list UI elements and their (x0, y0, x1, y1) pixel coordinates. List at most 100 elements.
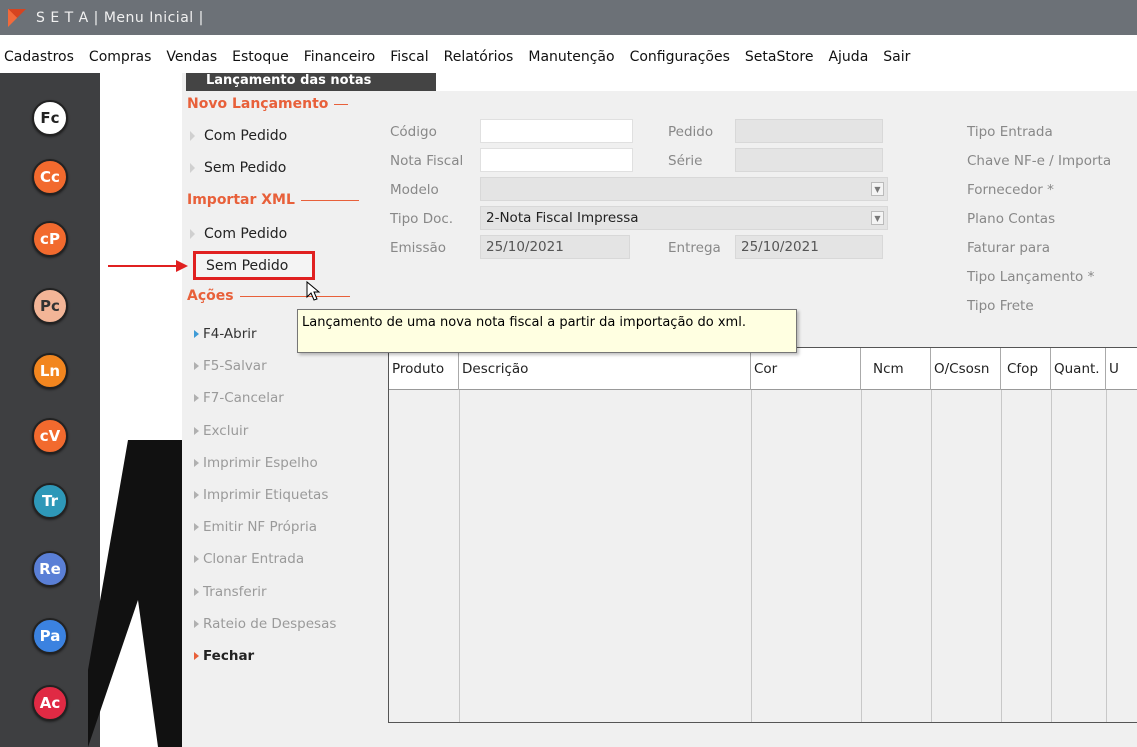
dock-button-pc[interactable]: Pc (32, 288, 68, 324)
action-transferir[interactable]: Transferir (194, 584, 267, 600)
entrega-label: Entrega (668, 240, 721, 256)
triangle-icon (194, 555, 199, 563)
menu-sair[interactable]: Sair (883, 49, 910, 65)
acoes-title: Ações (187, 288, 350, 304)
grid-divider (459, 390, 460, 722)
modelo-select[interactable]: ▼ (480, 177, 888, 201)
dock-button-ln[interactable]: Ln (32, 353, 68, 389)
chave-nfe-label: Chave NF-e / Importa (967, 153, 1112, 169)
dock-button-pa[interactable]: Pa (32, 618, 68, 654)
entrega-input[interactable]: 25/10/2021 (735, 235, 883, 259)
codigo-input[interactable] (480, 119, 633, 143)
action-fechar[interactable]: Fechar (194, 648, 254, 664)
tipo-lancamento-label: Tipo Lançamento * (967, 269, 1095, 285)
novo-lancamento-title: Novo Lançamento (187, 96, 349, 112)
tipo-frete-label: Tipo Frete (967, 298, 1034, 314)
dock-button-fc[interactable]: Fc (32, 100, 68, 136)
menu-estoque[interactable]: Estoque (232, 49, 289, 65)
title-bar: S E T A | Menu Inicial | (0, 0, 1137, 35)
grid-divider (931, 390, 932, 722)
dock-button-cp[interactable]: cP (32, 221, 68, 257)
action-excluir[interactable]: Excluir (194, 423, 248, 439)
action-imprimir-etiquetas[interactable]: Imprimir Etiquetas (194, 487, 328, 503)
menu-compras[interactable]: Compras (89, 49, 152, 65)
col-ncm[interactable]: Ncm (861, 348, 931, 390)
tipo-doc-label: Tipo Doc. (390, 211, 454, 227)
importar-com-pedido[interactable]: Com Pedido (190, 226, 287, 242)
menu-financeiro[interactable]: Financeiro (304, 49, 375, 65)
window-title: S E T A | Menu Inicial | (36, 9, 204, 26)
menu-ajuda[interactable]: Ajuda (828, 49, 868, 65)
nota-fiscal-input[interactable] (480, 148, 633, 172)
red-arrow-icon (108, 260, 188, 272)
action-rateio-despesas[interactable]: Rateio de Despesas (194, 616, 336, 632)
action-imprimir-espelho[interactable]: Imprimir Espelho (194, 455, 318, 471)
col-produto[interactable]: Produto (389, 348, 459, 390)
codigo-label: Código (390, 124, 437, 140)
grid-divider (1051, 390, 1052, 722)
dock-button-cc[interactable]: Cc (32, 159, 68, 195)
grid-divider (751, 390, 752, 722)
items-grid[interactable]: Produto Descrição Cor Ncm O/Csosn Cfop Q… (388, 347, 1137, 723)
menu-fiscal[interactable]: Fiscal (390, 49, 428, 65)
seta-logo-icon (8, 9, 26, 27)
triangle-icon (194, 620, 199, 628)
col-cor[interactable]: Cor (751, 348, 861, 390)
triangle-icon (194, 491, 199, 499)
grid-divider (1106, 390, 1107, 722)
menu-cadastros[interactable]: Cadastros (4, 49, 74, 65)
chevron-down-icon[interactable]: ▼ (871, 182, 884, 196)
grid-divider (861, 390, 862, 722)
menu-configuracoes[interactable]: Configurações (630, 49, 730, 65)
triangle-icon (194, 459, 199, 467)
dock-button-cv[interactable]: cV (32, 418, 68, 454)
menu-bar: Cadastros Compras Vendas Estoque Finance… (0, 35, 1137, 73)
triangle-icon (190, 229, 195, 239)
fornecedor-label: Fornecedor * (967, 182, 1054, 198)
importar-xml-title: Importar XML (187, 192, 359, 208)
dock-button-re[interactable]: Re (32, 551, 68, 587)
chevron-down-icon[interactable]: ▼ (871, 211, 884, 225)
menu-manutencao[interactable]: Manutenção (528, 49, 614, 65)
action-clonar-entrada[interactable]: Clonar Entrada (194, 551, 304, 567)
dock-button-tr[interactable]: Tr (32, 483, 68, 519)
tipo-doc-select[interactable]: 2-Nota Fiscal Impressa ▼ (480, 206, 888, 230)
action-emitir-nf[interactable]: Emitir NF Própria (194, 519, 317, 535)
plano-contas-label: Plano Contas (967, 211, 1056, 227)
col-quant[interactable]: Quant. (1051, 348, 1106, 390)
emissao-input[interactable]: 25/10/2021 (480, 235, 630, 259)
triangle-icon (194, 652, 199, 660)
grid-header: Produto Descrição Cor Ncm O/Csosn Cfop Q… (389, 348, 1137, 390)
mouse-cursor-icon (306, 280, 321, 301)
action-salvar[interactable]: F5-Salvar (194, 358, 267, 374)
menu-setastore[interactable]: SetaStore (745, 49, 814, 65)
action-abrir[interactable]: F4-Abrir (194, 326, 257, 342)
tipo-entrada-label: Tipo Entrada (967, 124, 1053, 140)
nota-fiscal-label: Nota Fiscal (390, 153, 464, 169)
col-u[interactable]: U (1106, 348, 1137, 390)
faturar-para-label: Faturar para (967, 240, 1050, 256)
pedido-label: Pedido (668, 124, 714, 140)
emissao-label: Emissão (390, 240, 447, 256)
shortcut-dock: Fc Cc cP Pc Ln cV Tr Re Pa Ac (0, 73, 100, 747)
novo-sem-pedido[interactable]: Sem Pedido (190, 160, 286, 176)
grid-divider (1001, 390, 1002, 722)
col-csosn[interactable]: O/Csosn (931, 348, 1001, 390)
serie-input[interactable] (735, 148, 883, 172)
triangle-icon (190, 131, 195, 141)
triangle-icon (194, 427, 199, 435)
pedido-input[interactable] (735, 119, 883, 143)
tooltip: Lançamento de uma nova nota fiscal a par… (297, 309, 797, 353)
novo-com-pedido[interactable]: Com Pedido (190, 128, 287, 144)
dock-button-ac[interactable]: Ac (32, 685, 68, 721)
triangle-icon (190, 163, 195, 173)
menu-vendas[interactable]: Vendas (166, 49, 217, 65)
col-descricao[interactable]: Descrição (459, 348, 751, 390)
menu-relatorios[interactable]: Relatórios (444, 49, 514, 65)
modelo-label: Modelo (390, 182, 439, 198)
col-cfop[interactable]: Cfop (1001, 348, 1051, 390)
serie-label: Série (668, 153, 703, 169)
importar-sem-pedido[interactable]: Sem Pedido (193, 251, 315, 280)
triangle-icon (194, 362, 199, 370)
action-cancelar[interactable]: F7-Cancelar (194, 390, 284, 406)
